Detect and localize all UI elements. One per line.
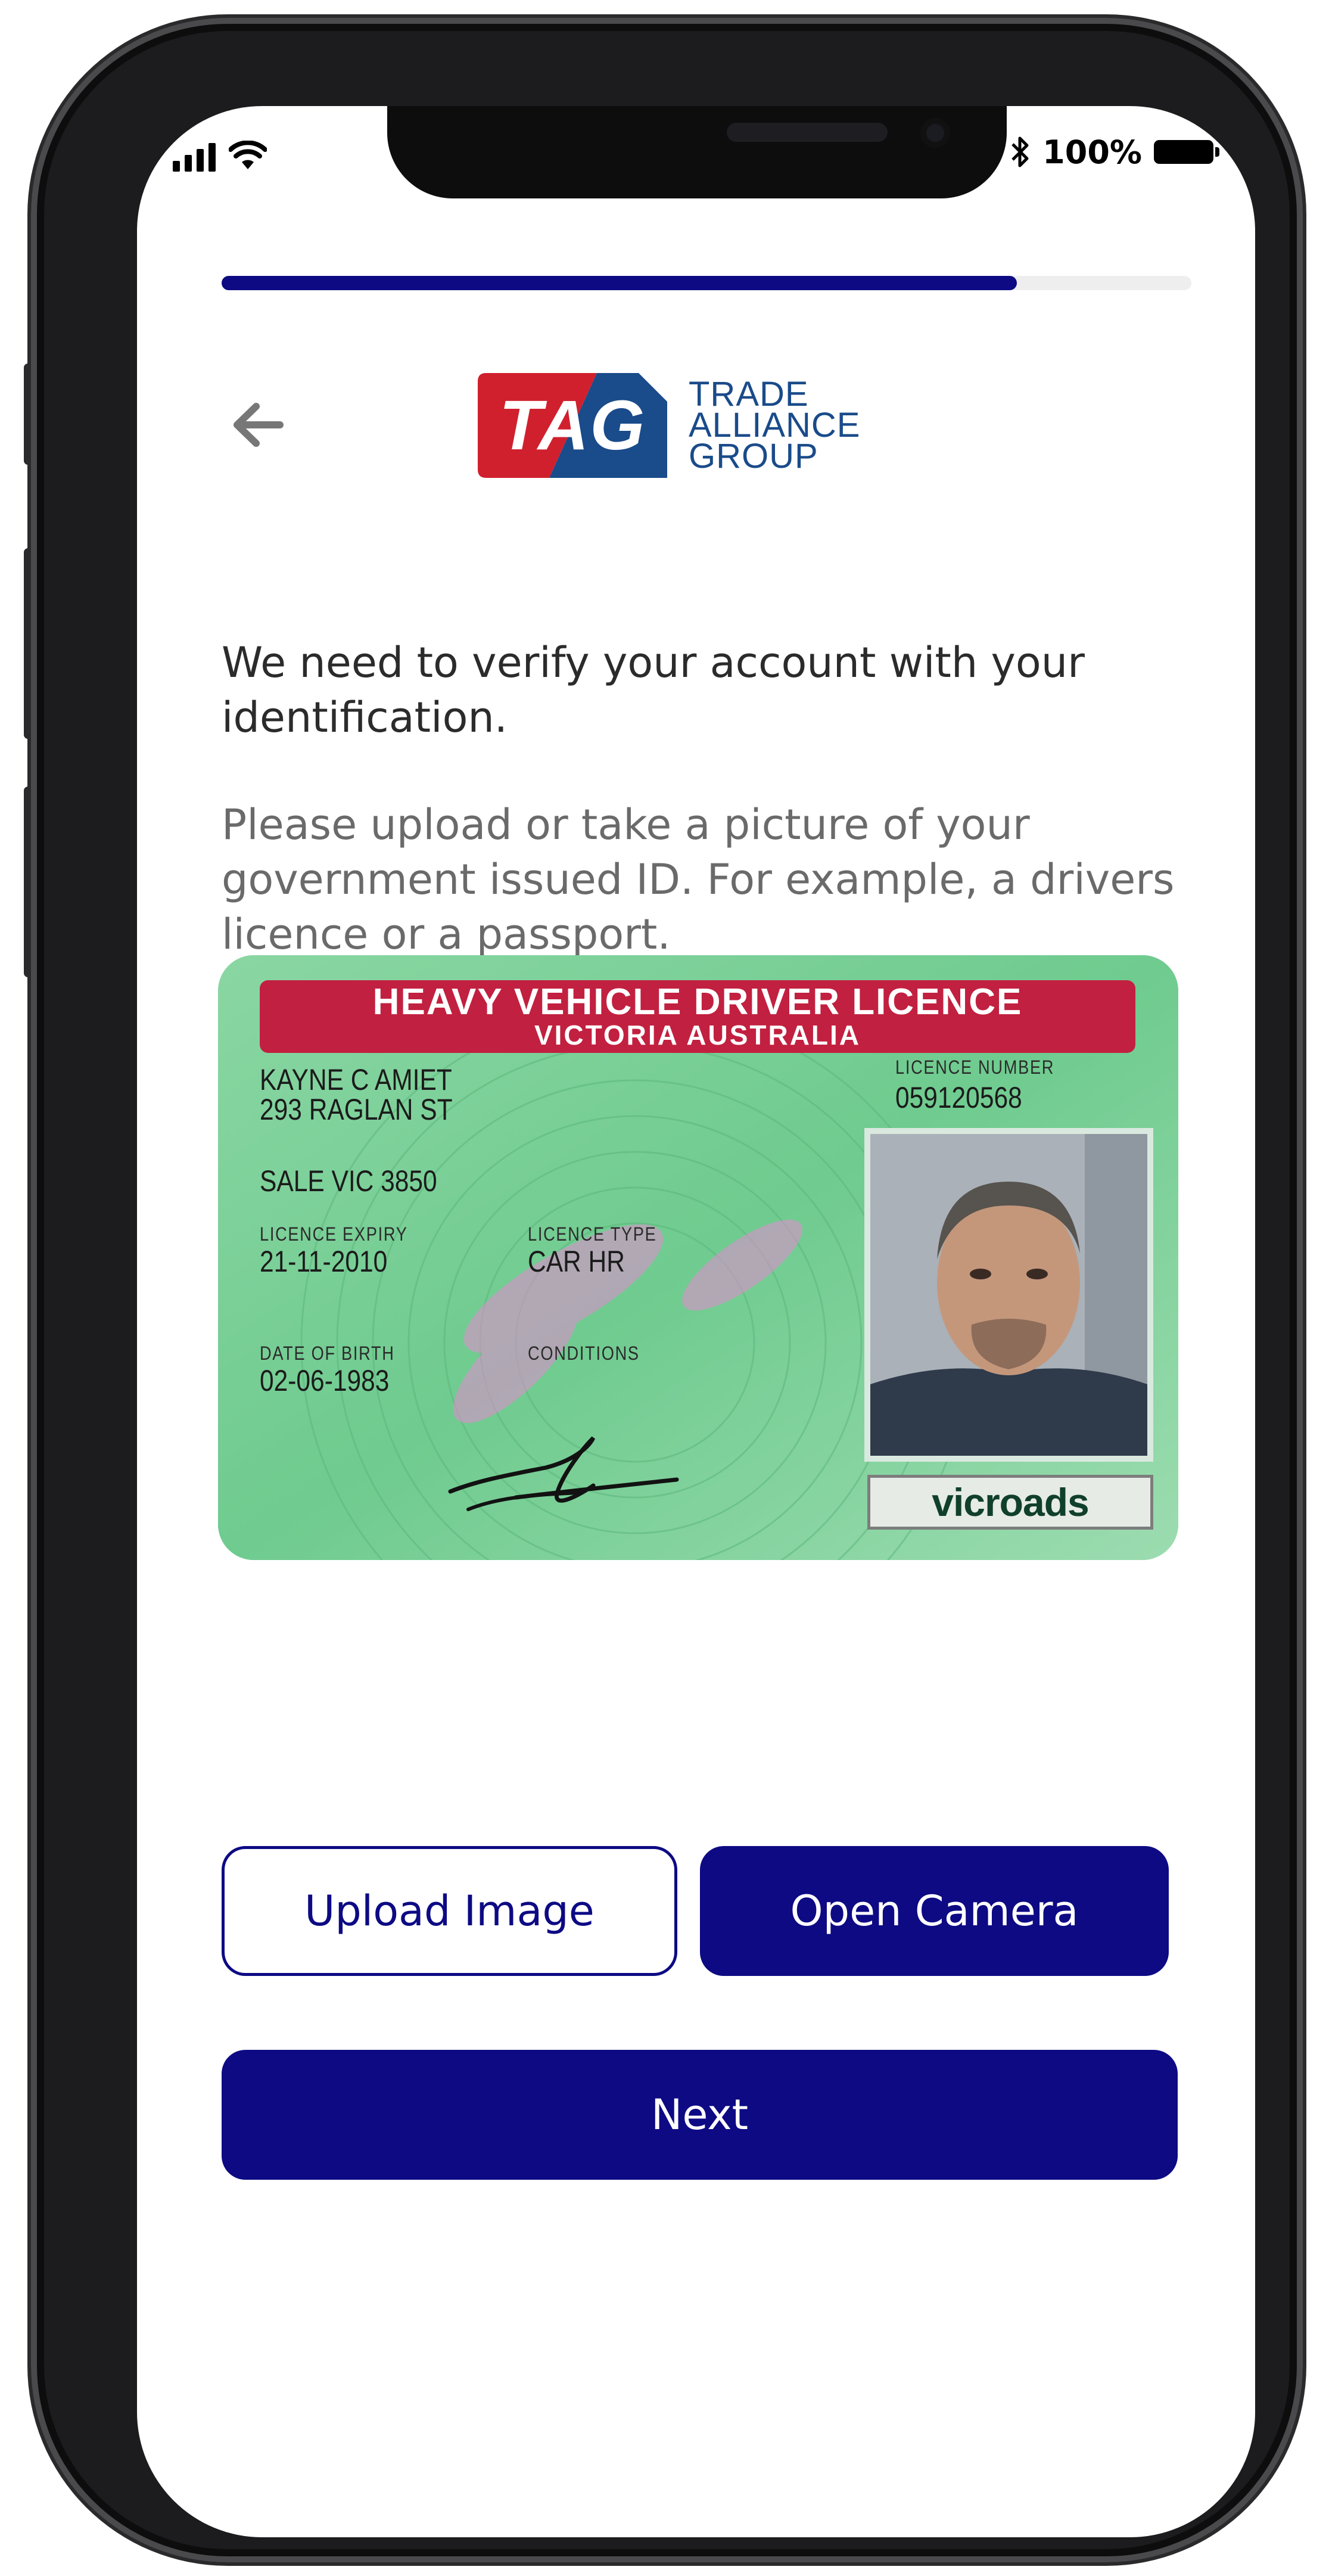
date-of-birth-label: DATE OF BIRTH [260,1343,395,1364]
signature-icon [448,1436,679,1511]
open-camera-button[interactable]: Open Camera [700,1846,1169,1976]
home-indicator[interactable] [524,2487,870,2495]
signal-icon [173,143,216,172]
battery-icon [1154,140,1219,164]
vicroads-logo: vicroads [867,1475,1153,1530]
progress-fill [222,276,1017,290]
licence-expiry: 21-11-2010 [260,1245,388,1278]
licence-expiry-label: LICENCE EXPIRY [260,1223,408,1245]
status-bar-left [173,136,267,172]
licence-type-label: LICENCE TYPE [528,1223,657,1245]
licence-title: HEAVY VEHICLE DRIVER LICENCE [372,981,1023,1023]
licence-preview-image: HEAVY VEHICLE DRIVER LICENCE VICTORIA AU… [218,955,1178,1560]
arrow-left-icon [234,403,284,447]
company-logo: TAG TRADE ALLIANCE GROUP [478,373,860,478]
licence-address-line-2: SALE VIC 3850 [260,1164,437,1198]
phone-notch [387,106,1007,198]
status-bar-right: 100% [1010,131,1219,173]
phone-screen: 100% TAG TRADE ALLIANCE GROUP We need to… [137,106,1255,2537]
instructions-text: Please upload or take a picture of your … [222,800,1175,959]
speaker-grille [727,123,888,142]
logo-badge: TAG [478,373,667,478]
wifi-icon [229,141,267,169]
licence-address-line-1: 293 RAGLAN ST [260,1093,453,1126]
front-camera-icon [920,118,950,148]
licence-number-label: LICENCE NUMBER [895,1056,1055,1078]
logo-wordmark: TRADE ALLIANCE GROUP [689,377,860,476]
bluetooth-icon [1011,136,1029,167]
licence-subtitle: VICTORIA AUSTRALIA [534,1020,861,1051]
intro-text: We need to verify your account with your… [222,638,1085,742]
date-of-birth: 02-06-1983 [260,1364,390,1397]
next-button[interactable]: Next [222,2050,1178,2180]
upload-image-button[interactable]: Upload Image [222,1846,677,1976]
battery-percentage: 100% [1042,133,1142,171]
back-button[interactable] [225,392,291,458]
conditions-label: CONDITIONS [528,1343,640,1364]
licence-type: CAR HR [528,1245,625,1278]
phone-frame: 100% TAG TRADE ALLIANCE GROUP We need to… [31,18,1303,2562]
logo-line-3: GROUP [689,437,818,476]
licence-title-banner: HEAVY VEHICLE DRIVER LICENCE VICTORIA AU… [260,980,1135,1053]
licence-number: 059120568 [895,1081,1022,1114]
licence-photo [864,1128,1153,1462]
progress-bar [222,276,1191,290]
logo-badge-text: TAG [499,386,646,465]
